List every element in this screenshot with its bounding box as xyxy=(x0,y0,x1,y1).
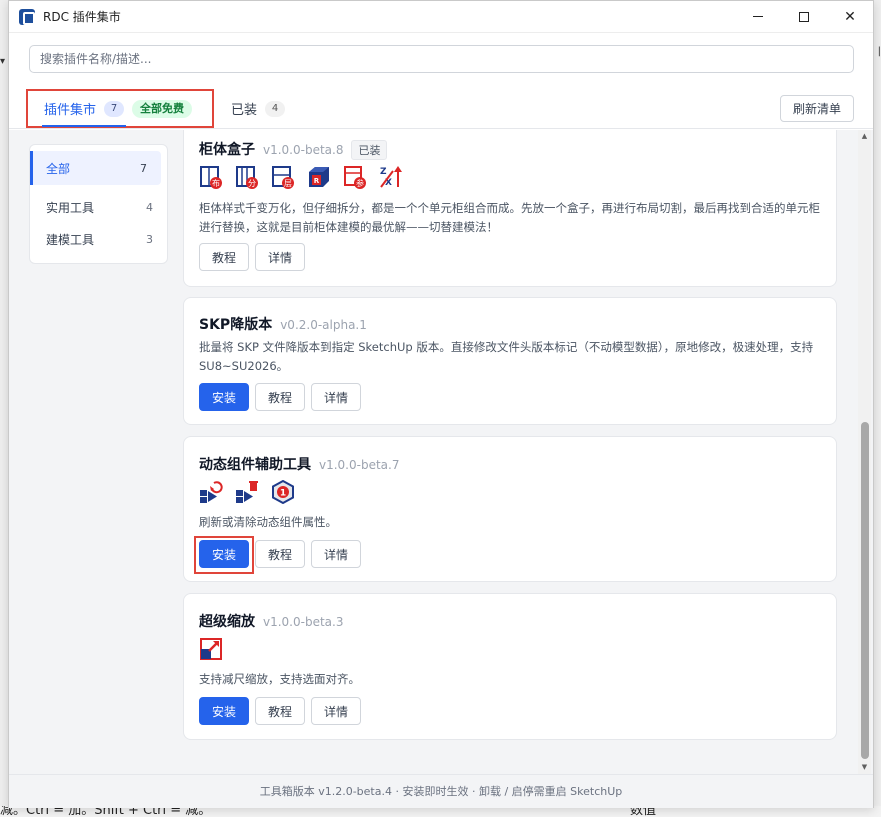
tab-plugin-market-label: 插件集市 xyxy=(44,103,97,118)
plugin-name: 动态组件辅助工具 xyxy=(199,457,311,473)
app-logo-icon xyxy=(19,8,35,25)
plugin-actions: 安装 教程 详情 xyxy=(199,540,361,568)
title-bar[interactable]: RDC 插件集市 ✕ xyxy=(9,1,873,33)
plugin-description: 柜体样式千变万化，但仔细拆分，都是一个个单元柜组合而成。先放一个盒子，再进行布局… xyxy=(199,201,820,234)
dc-hexagon-icon: 1 xyxy=(272,480,294,504)
details-button[interactable]: 详情 xyxy=(255,243,305,271)
plugin-actions: 安装 教程 详情 xyxy=(199,697,361,725)
search-input[interactable] xyxy=(29,45,854,73)
scroll-down-arrow-icon[interactable]: ▼ xyxy=(858,761,871,774)
plugin-tool-icons xyxy=(199,637,223,661)
window-title: RDC 插件集市 xyxy=(43,10,121,24)
cabinet-split-glyph: 分 xyxy=(248,179,256,188)
plugin-description: 刷新或清除动态组件属性。 xyxy=(199,515,337,529)
plugin-version: v1.0.0-beta.3 xyxy=(263,615,344,629)
install-button[interactable]: 安装 xyxy=(199,540,249,568)
sidebar-item-label: 实用工具 xyxy=(46,200,95,215)
tutorial-button[interactable]: 教程 xyxy=(255,540,305,568)
details-button[interactable]: 详情 xyxy=(311,540,361,568)
plugin-version: v1.0.0-beta.7 xyxy=(319,458,400,472)
cabinet-layout-glyph: 布 xyxy=(212,178,220,188)
cabinet-replace-glyph: R xyxy=(314,177,320,185)
tab-plugin-market[interactable]: 插件集市 7 全部免费 xyxy=(26,89,214,128)
plugin-card-super-scale: 超级缩放 v1.0.0-beta.3 支持减尺缩放，支持选面对齐。 安装 教程 … xyxy=(183,593,837,740)
plugin-card-cabinet-box: 柜体盒子 v1.0.0-beta.8 已装 布 分 层 R 参 Z X 柜体样式… xyxy=(183,130,837,287)
plugin-description: 批量将 SKP 文件降版本到指定 SketchUp 版本。直接修改文件头版本标记… xyxy=(199,340,814,373)
cabinet-replace-icon: R xyxy=(309,167,329,187)
host-app-left-edge xyxy=(0,0,8,817)
installed-badge: 已装 xyxy=(351,140,388,160)
plugin-card-header: 超级缩放 v1.0.0-beta.3 xyxy=(199,611,351,631)
minimize-button[interactable] xyxy=(735,1,781,33)
plugin-description: 支持减尺缩放，支持选面对齐。 xyxy=(199,672,360,686)
tab-bar: 插件集市 7 全部免费 已装 4 刷新清单 xyxy=(9,89,873,129)
sidebar-item-modeling-tools[interactable]: 建模工具 3 xyxy=(30,223,167,255)
install-button[interactable]: 安装 xyxy=(199,383,249,411)
plugin-card-header: SKP降版本 v0.2.0-alpha.1 xyxy=(199,314,375,334)
host-app-ruler-mark: ▾ xyxy=(0,56,6,67)
plugin-name: 超级缩放 xyxy=(199,614,255,630)
install-button[interactable]: 安装 xyxy=(199,697,249,725)
dc-hexagon-glyph: 1 xyxy=(280,489,286,499)
refresh-list-button[interactable]: 刷新清单 xyxy=(780,95,854,122)
plugin-card-dynamic-component-helper: 动态组件辅助工具 v1.0.0-beta.7 1 刷新或清除动态组件属性。 安装… xyxy=(183,436,837,582)
sidebar-item-utility-tools[interactable]: 实用工具 4 xyxy=(30,191,167,223)
details-button[interactable]: 详情 xyxy=(311,697,361,725)
plugin-market-window: RDC 插件集市 ✕ 插件集市 7 全部免费 已装 4 刷新清单 全部 7 实用… xyxy=(8,0,874,808)
close-button[interactable]: ✕ xyxy=(827,1,873,33)
active-tab-underline xyxy=(42,125,126,127)
vertical-scrollbar[interactable]: ▲ ▼ xyxy=(858,130,871,774)
plugin-card-skp-downgrade: SKP降版本 v0.2.0-alpha.1 批量将 SKP 文件降版本到指定 S… xyxy=(183,297,837,425)
host-app-ruler-mark-right: | xyxy=(877,46,881,57)
plugin-version: v0.2.0-alpha.1 xyxy=(280,318,367,332)
search-bar xyxy=(9,33,873,77)
host-app-right-edge xyxy=(873,0,881,817)
tab-installed-label: 已装 xyxy=(231,103,258,118)
plugin-tool-icons: 1 xyxy=(199,480,295,504)
sidebar-item-count: 7 xyxy=(140,161,147,175)
dc-clear-icon xyxy=(236,481,258,503)
plugin-name: SKP降版本 xyxy=(199,317,273,333)
axis-swap-icon: Z X xyxy=(380,166,402,188)
tutorial-button[interactable]: 教程 xyxy=(255,697,305,725)
plugin-list[interactable]: 柜体盒子 v1.0.0-beta.8 已装 布 分 层 R 参 Z X 柜体样式… xyxy=(183,130,837,774)
cabinet-layout-icon: 布 xyxy=(200,166,222,189)
scroll-up-arrow-icon[interactable]: ▲ xyxy=(858,130,871,143)
category-sidebar: 全部 7 实用工具 4 建模工具 3 xyxy=(29,144,168,264)
plugin-actions: 安装 教程 详情 xyxy=(199,383,361,411)
super-scale-icon xyxy=(200,638,222,660)
maximize-icon xyxy=(799,11,809,22)
content-area: 全部 7 实用工具 4 建模工具 3 柜体盒子 v1.0.0-beta.8 已装 xyxy=(9,130,873,774)
footer-status: 工具箱版本 v1.2.0-beta.4 · 安装即时生效 · 卸载 / 启停需重… xyxy=(9,774,873,808)
close-icon: ✕ xyxy=(844,8,856,25)
sidebar-item-label: 全部 xyxy=(46,161,71,176)
sidebar-item-label: 建模工具 xyxy=(46,232,95,247)
plugin-name: 柜体盒子 xyxy=(199,142,255,158)
tab-installed-count: 4 xyxy=(265,100,286,117)
cabinet-shelf-glyph: 层 xyxy=(284,179,292,188)
plugin-version: v1.0.0-beta.8 xyxy=(263,143,344,157)
cabinet-shelf-icon: 层 xyxy=(272,166,294,189)
maximize-button[interactable] xyxy=(781,1,827,33)
tutorial-button[interactable]: 教程 xyxy=(199,243,249,271)
tab-plugin-market-count: 7 xyxy=(104,100,125,117)
sidebar-item-count: 4 xyxy=(146,200,153,214)
minimize-icon xyxy=(753,16,763,17)
plugin-actions: 教程 详情 xyxy=(199,243,305,271)
tab-installed[interactable]: 已装 4 xyxy=(231,99,293,118)
sidebar-item-all[interactable]: 全部 7 xyxy=(30,151,161,185)
plugin-tool-icons: 布 分 层 R 参 Z X xyxy=(199,165,403,189)
plugin-card-header: 动态组件辅助工具 v1.0.0-beta.7 xyxy=(199,454,407,474)
cabinet-split-icon: 分 xyxy=(236,166,258,189)
sidebar-item-count: 3 xyxy=(146,232,153,246)
details-button[interactable]: 详情 xyxy=(311,383,361,411)
tutorial-button[interactable]: 教程 xyxy=(255,383,305,411)
scrollbar-thumb[interactable] xyxy=(861,422,869,759)
free-badge: 全部免费 xyxy=(132,99,193,118)
dc-refresh-icon xyxy=(200,481,223,503)
svg-text:Z: Z xyxy=(380,167,387,177)
cabinet-param-glyph: 参 xyxy=(356,178,364,188)
cabinet-param-icon: 参 xyxy=(344,166,366,189)
plugin-card-header: 柜体盒子 v1.0.0-beta.8 已装 xyxy=(199,139,388,160)
